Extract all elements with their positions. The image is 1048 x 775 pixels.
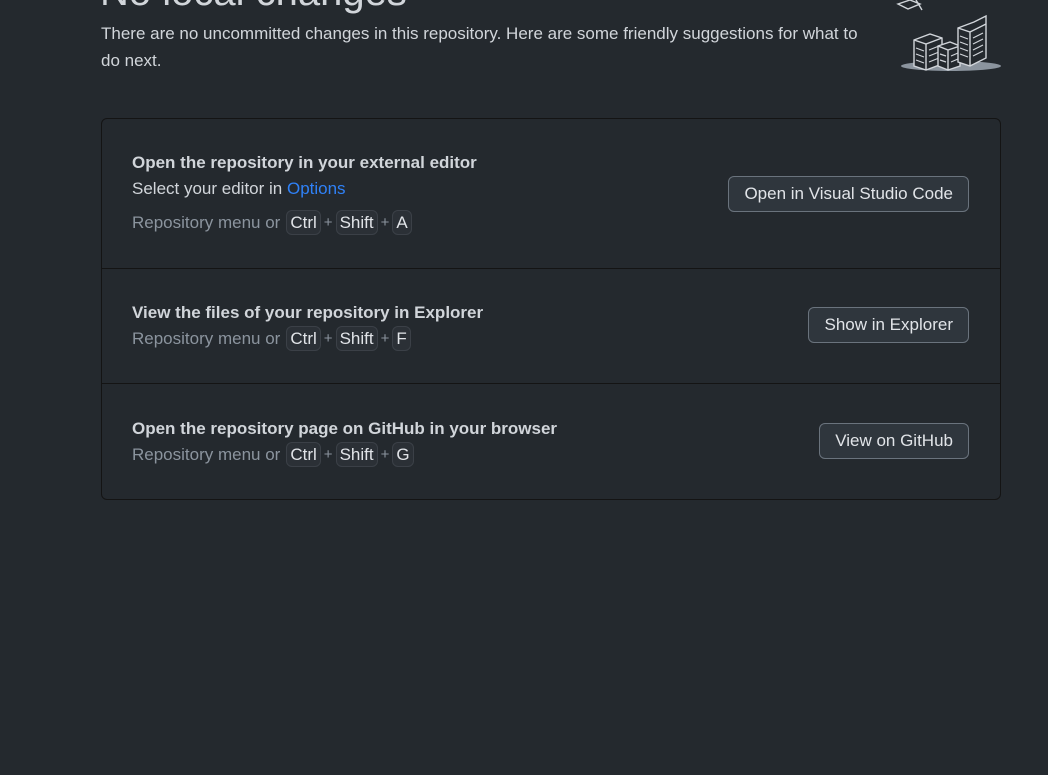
key-ctrl: Ctrl: [286, 326, 321, 351]
suggestion-text: Open the repository in your external edi…: [132, 150, 477, 236]
suggestion-title: View the files of your repository in Exp…: [132, 303, 484, 322]
keyboard-shortcut: Repository menu or Ctrl + Shift + A: [132, 209, 477, 236]
shortcut-prefix: Repository menu or: [132, 213, 281, 232]
shortcut-prefix: Repository menu or: [132, 445, 281, 464]
keyboard-shortcut: Repository menu or Ctrl + Shift + G: [132, 441, 557, 468]
plus-sign: +: [380, 214, 390, 231]
plus-sign: +: [323, 214, 333, 231]
key-a: A: [392, 210, 412, 235]
page-subtitle: There are no uncommitted changes in this…: [101, 24, 858, 70]
suggestion-description: Select your editor in Options: [132, 175, 477, 202]
paper-stack-icon: [896, 0, 1001, 71]
suggestion-open-editor: Open the repository in your external edi…: [102, 119, 1000, 269]
suggestion-show-explorer: View the files of your repository in Exp…: [102, 269, 1000, 384]
key-ctrl: Ctrl: [286, 442, 321, 467]
key-g: G: [392, 442, 414, 467]
key-f: F: [392, 326, 411, 351]
plus-sign: +: [323, 446, 333, 463]
suggestions-list: Open the repository in your external edi…: [101, 118, 1001, 500]
show-in-explorer-button[interactable]: Show in Explorer: [808, 307, 969, 343]
suggestion-text: View the files of your repository in Exp…: [132, 300, 483, 352]
open-in-vscode-button[interactable]: Open in Visual Studio Code: [728, 176, 969, 212]
suggestion-text: Open the repository page on GitHub in yo…: [132, 416, 557, 468]
suggestion-title: Open the repository in your external edi…: [132, 153, 477, 172]
key-shift: Shift: [335, 326, 378, 351]
keyboard-shortcut: Repository menu or Ctrl + Shift + F: [132, 325, 483, 352]
plus-sign: +: [380, 446, 390, 463]
description-text: Select your editor in: [132, 179, 287, 198]
shortcut-prefix: Repository menu or: [132, 329, 281, 348]
plus-sign: +: [323, 330, 333, 347]
page-title: No local changes: [100, 0, 407, 16]
plus-sign: +: [380, 330, 390, 347]
no-changes-view: No local changes There are no uncommitte…: [0, 0, 1048, 775]
key-ctrl: Ctrl: [286, 210, 321, 235]
options-link[interactable]: Options: [287, 179, 346, 198]
key-shift: Shift: [335, 442, 378, 467]
suggestion-view-github: Open the repository page on GitHub in yo…: [102, 384, 1000, 499]
view-on-github-button[interactable]: View on GitHub: [819, 423, 969, 459]
suggestion-title: Open the repository page on GitHub in yo…: [132, 419, 558, 438]
key-shift: Shift: [335, 210, 378, 235]
